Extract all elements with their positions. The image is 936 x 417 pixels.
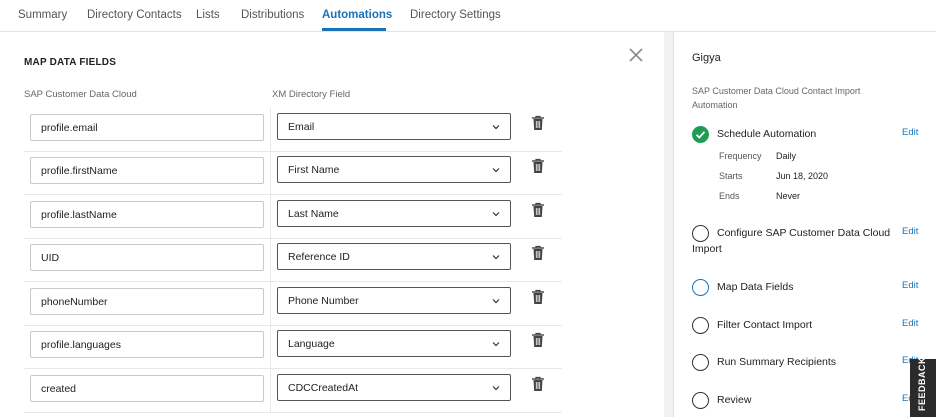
source-field-input[interactable]: created	[30, 375, 264, 402]
chevron-down-icon	[492, 168, 500, 173]
tab-automations[interactable]: Automations	[322, 9, 392, 21]
source-field-input[interactable]: phoneNumber	[30, 288, 264, 315]
detail-ends-label: Ends	[719, 191, 740, 201]
mapping-row: created CDCCreatedAt	[24, 369, 562, 413]
chevron-down-icon	[492, 255, 500, 260]
tab-directory-settings[interactable]: Directory Settings	[410, 9, 501, 21]
step-circle-icon	[692, 392, 709, 409]
source-field-input[interactable]: profile.firstName	[30, 157, 264, 184]
chevron-down-icon	[492, 125, 500, 130]
trash-icon[interactable]	[531, 289, 545, 305]
detail-starts-value: Jun 18, 2020	[776, 171, 829, 181]
chevron-down-icon	[492, 212, 500, 217]
source-column-header: SAP Customer Data Cloud	[24, 89, 137, 100]
mapping-row: phoneNumber Phone Number	[24, 282, 562, 326]
feedback-label: FEEDBACK	[917, 356, 927, 411]
sidebar-title: Gigya	[692, 52, 721, 64]
tab-distributions[interactable]: Distributions	[241, 9, 304, 21]
target-field-select[interactable]: Last Name	[277, 200, 511, 227]
source-field-input[interactable]: profile.email	[30, 114, 264, 141]
source-field-input[interactable]: UID	[30, 244, 264, 271]
step-map-data-fields: Map Data Fields	[717, 281, 794, 293]
column-divider	[270, 282, 271, 326]
column-divider	[270, 325, 271, 369]
target-field-value: Language	[288, 338, 335, 350]
detail-starts-label: Starts	[719, 171, 743, 181]
trash-icon[interactable]	[531, 245, 545, 261]
trash-icon[interactable]	[531, 376, 545, 392]
edit-map-fields-link[interactable]: Edit	[902, 280, 918, 291]
sidebar-subtitle: SAP Customer Data Cloud Contact Import A…	[692, 86, 861, 110]
map-data-fields-panel: MAP DATA FIELDS SAP Customer Data Cloud …	[0, 32, 664, 417]
edit-configure-link[interactable]: Edit	[902, 226, 918, 237]
target-field-select[interactable]: Language	[277, 330, 511, 357]
step-schedule-automation: Schedule Automation	[717, 128, 817, 140]
target-field-value: First Name	[288, 164, 340, 176]
detail-ends-value: Never	[776, 191, 801, 201]
step-review: Review	[717, 394, 752, 406]
close-icon[interactable]	[627, 46, 645, 64]
column-divider	[270, 108, 271, 152]
tab-lists[interactable]: Lists	[196, 9, 220, 21]
chevron-down-icon	[492, 299, 500, 304]
step-configure-import: Configure SAP Customer Data Cloud Import	[692, 227, 891, 255]
target-field-value: CDCCreatedAt	[288, 382, 359, 394]
column-divider	[270, 195, 271, 239]
source-field-input[interactable]: profile.languages	[30, 331, 264, 358]
detail-frequency-label: Frequency	[719, 151, 762, 161]
trash-icon[interactable]	[531, 115, 545, 131]
edit-filter-link[interactable]: Edit	[902, 318, 918, 329]
column-divider	[270, 151, 271, 195]
mapping-row: profile.lastName Last Name	[24, 195, 562, 239]
tab-bar: Summary Directory Contacts Lists Distrib…	[0, 0, 936, 32]
target-field-select[interactable]: Phone Number	[277, 287, 511, 314]
target-field-value: Reference ID	[288, 251, 350, 263]
target-field-select[interactable]: First Name	[277, 156, 511, 183]
target-field-value: Last Name	[288, 208, 339, 220]
chevron-down-icon	[492, 386, 500, 391]
mapping-row: profile.languages Language	[24, 325, 562, 369]
target-field-value: Phone Number	[288, 295, 359, 307]
row-divider	[24, 412, 562, 413]
target-field-value: Email	[288, 121, 315, 133]
target-column-header: XM Directory Field	[272, 89, 351, 100]
tab-summary[interactable]: Summary	[18, 9, 67, 21]
mapping-row: UID Reference ID	[24, 238, 562, 282]
automation-sidebar: Gigya SAP Customer Data Cloud Contact Im…	[673, 32, 936, 417]
panel-title: MAP DATA FIELDS	[24, 57, 117, 68]
source-field-input[interactable]: profile.lastName	[30, 201, 264, 228]
step-circle-active-icon	[692, 279, 709, 296]
active-tab-indicator	[322, 28, 386, 31]
trash-icon[interactable]	[531, 202, 545, 218]
chevron-down-icon	[492, 342, 500, 347]
check-circle-icon	[692, 126, 709, 143]
trash-icon[interactable]	[531, 158, 545, 174]
column-divider	[270, 238, 271, 282]
step-run-summary-recipients: Run Summary Recipients	[717, 356, 837, 368]
target-field-select[interactable]: Reference ID	[277, 243, 511, 270]
sidebar-gutter	[664, 32, 673, 417]
mapping-row: profile.firstName First Name	[24, 151, 562, 195]
target-field-select[interactable]: CDCCreatedAt	[277, 374, 511, 401]
detail-frequency-value: Daily	[776, 151, 797, 161]
column-divider	[270, 369, 271, 413]
step-circle-icon	[692, 317, 709, 334]
edit-schedule-link[interactable]: Edit	[902, 127, 918, 138]
step-filter-contact-import: Filter Contact Import	[717, 319, 813, 331]
trash-icon[interactable]	[531, 332, 545, 348]
tab-directory-contacts[interactable]: Directory Contacts	[87, 9, 182, 21]
mapping-row: profile.email Email	[24, 108, 562, 152]
target-field-select[interactable]: Email	[277, 113, 511, 140]
feedback-button[interactable]: FEEDBACK	[910, 356, 936, 417]
step-circle-icon	[692, 354, 709, 371]
